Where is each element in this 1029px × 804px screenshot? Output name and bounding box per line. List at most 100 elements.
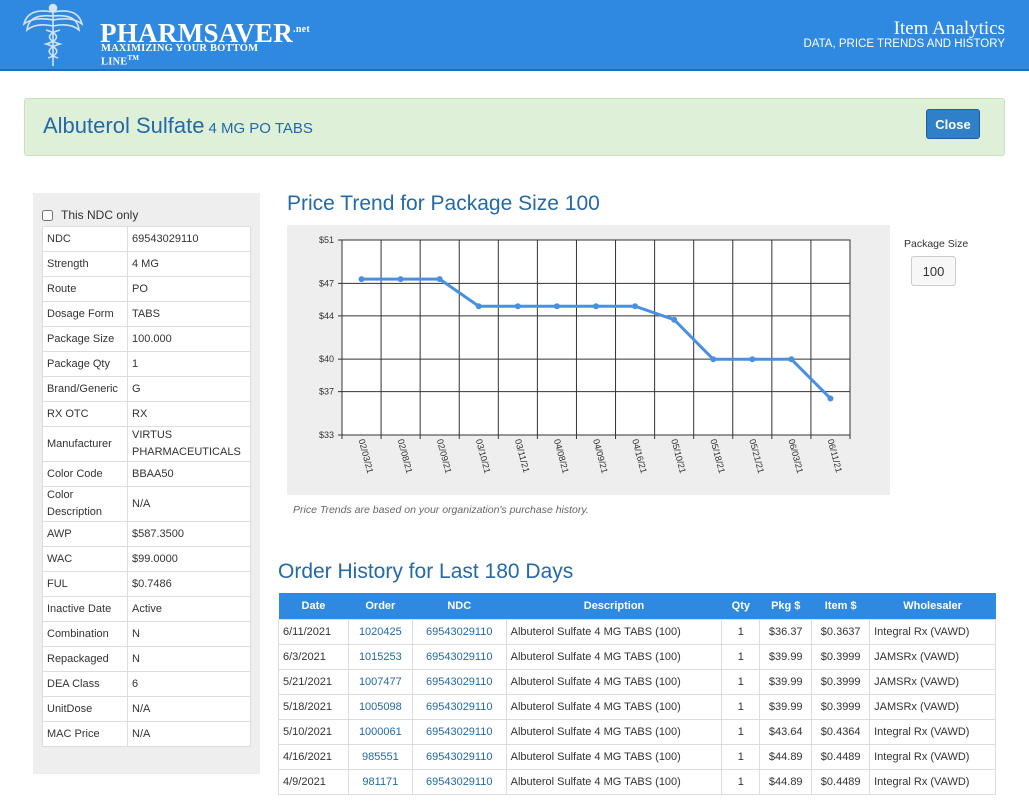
column-header[interactable]: Date xyxy=(278,593,349,619)
price-point xyxy=(553,303,560,310)
attribute-value: PO xyxy=(127,276,251,302)
attribute-label: Repackaged xyxy=(42,646,128,672)
x-tick-label: 05/10/21 xyxy=(669,438,688,474)
attribute-label: Color Code xyxy=(42,461,128,487)
price-point xyxy=(632,303,639,310)
order-qty: 1 xyxy=(721,668,761,695)
attribute-value: RX xyxy=(127,401,251,427)
product-banner: Albuterol Sulfate 4 MG PO TABS Close xyxy=(24,98,1005,156)
order-wholesaler: Integral Rx (VAWD) xyxy=(869,618,996,645)
price-point xyxy=(358,276,365,283)
attribute-row: UnitDose N/A xyxy=(42,696,251,722)
price-trend-title: Price Trend for Package Size 100 xyxy=(287,192,600,215)
column-header[interactable]: Description xyxy=(506,593,722,619)
order-description: Albuterol Sulfate 4 MG TABS (100) xyxy=(505,768,723,795)
table-row: 4/16/2021 985551 69543029110 Albuterol Sulf… xyxy=(278,743,996,770)
column-header[interactable]: Order xyxy=(348,593,413,619)
attribute-label: Strength xyxy=(42,251,128,277)
order-number-link[interactable]: 981171 xyxy=(347,768,413,795)
order-number-link[interactable]: 1020425 xyxy=(347,618,413,645)
order-number-link[interactable]: 1005098 xyxy=(347,693,413,720)
ndc-link[interactable]: 69543029110 xyxy=(411,768,507,795)
order-qty: 1 xyxy=(721,693,761,720)
column-header[interactable]: Wholesaler xyxy=(869,593,996,619)
attribute-label: NDC xyxy=(42,226,128,252)
attribute-value: $587.3500 xyxy=(127,521,251,547)
order-date: 4/9/2021 xyxy=(278,768,349,795)
order-number-link[interactable]: 985551 xyxy=(347,743,413,770)
price-point xyxy=(436,276,443,283)
order-description: Albuterol Sulfate 4 MG TABS (100) xyxy=(505,693,723,720)
ndc-only-checkbox[interactable] xyxy=(42,209,53,221)
y-tick-label: $37 xyxy=(319,387,334,397)
order-item-price: $0.3637 xyxy=(811,618,871,645)
y-tick-label: $51 xyxy=(319,235,334,245)
ndc-link[interactable]: 69543029110 xyxy=(411,668,507,695)
page-subtitle: DATA, PRICE TRENDS AND HISTORY xyxy=(803,38,1005,50)
order-date: 6/3/2021 xyxy=(278,643,349,670)
attribute-value: 4 MG xyxy=(127,251,251,277)
ndc-link[interactable]: 69543029110 xyxy=(411,743,507,770)
order-wholesaler: JAMSRx (VAWD) xyxy=(869,643,996,670)
table-row: 6/11/2021 1020425 69543029110 Albuterol Sul… xyxy=(278,618,996,645)
column-header[interactable]: Pkg $ xyxy=(759,593,812,619)
ndc-link[interactable]: 69543029110 xyxy=(411,718,507,745)
attribute-value: TABS xyxy=(127,301,251,327)
attribute-row: Color Description N/A xyxy=(42,486,251,522)
price-point xyxy=(710,356,717,363)
order-pkg-price: $44.89 xyxy=(759,768,813,795)
close-button[interactable]: Close xyxy=(926,109,980,139)
order-number-link[interactable]: 1015253 xyxy=(347,643,413,670)
attribute-row: Route PO xyxy=(42,276,251,302)
logo-tagline: MAXIMIZING YOUR BOTTOM LINETM xyxy=(101,43,259,68)
attribute-value: N xyxy=(127,621,251,647)
table-row: 4/9/2021 981171 69543029110 Albuterol Sulfa… xyxy=(278,768,996,795)
table-row: 5/10/2021 1000061 69543029110 Albuterol Sul… xyxy=(278,718,996,745)
attribute-label: Manufacturer xyxy=(42,426,128,462)
x-tick-label: 04/09/21 xyxy=(591,438,610,474)
order-pkg-price: $39.99 xyxy=(759,693,813,720)
order-item-price: $0.3999 xyxy=(811,668,871,695)
order-pkg-price: $39.99 xyxy=(759,668,813,695)
attribute-label: WAC xyxy=(42,546,128,572)
order-description: Albuterol Sulfate 4 MG TABS (100) xyxy=(505,718,723,745)
attribute-value: Active xyxy=(127,596,251,622)
attribute-label: Brand/Generic xyxy=(42,376,128,402)
order-date: 4/16/2021 xyxy=(278,743,349,770)
column-header[interactable]: NDC xyxy=(412,593,507,619)
column-header[interactable]: Qty xyxy=(721,593,760,619)
pharmsaver-logo[interactable]: PHARMSAVER.net MAXIMIZING YOUR BOTTOM LI… xyxy=(22,2,310,68)
price-point xyxy=(397,276,404,283)
attribute-value: 1 xyxy=(127,351,251,377)
attribute-value: N/A xyxy=(127,696,251,722)
attribute-value: VIRTUS PHARMACEUTICALS xyxy=(127,426,251,462)
order-date: 5/10/2021 xyxy=(278,718,349,745)
price-point xyxy=(671,316,678,323)
order-number-link[interactable]: 1007477 xyxy=(347,668,413,695)
attribute-row: Manufacturer VIRTUS PHARMACEUTICALS xyxy=(42,426,251,462)
order-date: 5/21/2021 xyxy=(278,668,349,695)
order-wholesaler: Integral Rx (VAWD) xyxy=(869,768,996,795)
price-point xyxy=(788,356,795,363)
ndc-only-toggle[interactable]: This NDC only xyxy=(42,208,138,222)
order-wholesaler: Integral Rx (VAWD) xyxy=(869,743,996,770)
attribute-value: $0.7486 xyxy=(127,571,251,597)
attribute-row: Package Qty 1 xyxy=(42,351,251,377)
attribute-value: N xyxy=(127,646,251,672)
order-date: 5/18/2021 xyxy=(278,693,349,720)
price-point xyxy=(749,356,756,363)
attribute-row: MAC Price N/A xyxy=(42,721,251,747)
y-tick-label: $47 xyxy=(319,278,334,288)
ndc-link[interactable]: 69543029110 xyxy=(411,618,507,645)
order-item-price: $0.4489 xyxy=(811,743,871,770)
column-header[interactable]: Item $ xyxy=(811,593,870,619)
x-tick-label: 03/11/21 xyxy=(513,438,532,474)
package-size-100-button[interactable]: 100 xyxy=(911,256,956,286)
order-item-price: $0.3999 xyxy=(811,643,871,670)
attribute-label: Package Size xyxy=(42,326,128,352)
order-number-link[interactable]: 1000061 xyxy=(347,718,413,745)
price-trend-chart: $33 $37 $40 $44 $47 $51 02/03/21 02/08/21 02/09/… xyxy=(287,225,890,495)
ndc-link[interactable]: 69543029110 xyxy=(411,643,507,670)
ndc-link[interactable]: 69543029110 xyxy=(411,693,507,720)
attribute-label: Route xyxy=(42,276,128,302)
